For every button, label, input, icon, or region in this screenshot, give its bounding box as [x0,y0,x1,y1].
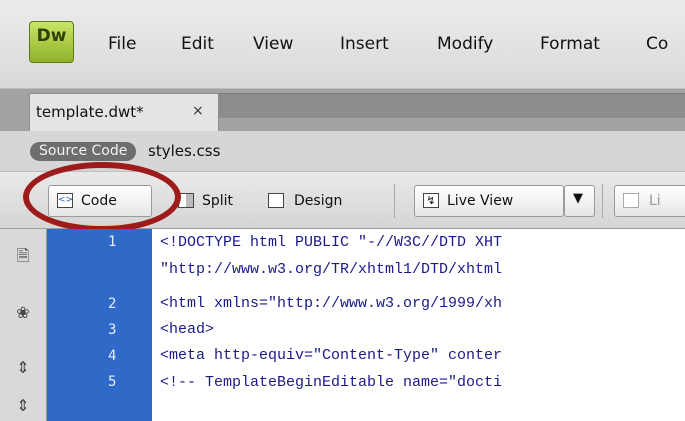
expand-icon[interactable]: ⇕ [14,397,32,415]
live-view-dropdown[interactable]: ▼ [564,185,595,217]
open-documents-icon[interactable]: 🗎 [14,247,32,265]
menu-edit[interactable]: Edit [181,34,214,54]
highlight-circle [23,162,181,232]
menu-commands[interactable]: Co [646,34,668,54]
live-code-button[interactable]: Li [614,185,685,217]
live-view-button[interactable]: ↯ Live View [414,185,564,217]
source-code-button[interactable]: Source Code [30,142,137,161]
live-view-label: Live View [447,193,514,209]
code-line: <meta http-equiv="Content-Type" conter [160,347,503,364]
menu-file[interactable]: File [108,34,136,54]
lightning-icon: ↯ [423,193,439,208]
tab-label: template.dwt* [36,103,144,121]
coding-toolbar: 🗎 ❀ ⇕ ⇕ [0,229,47,421]
code-line: <!DOCTYPE html PUBLIC "-//W3C//DTD XHT [160,234,503,251]
menu-format[interactable]: Format [540,34,600,54]
tab-template-dwt[interactable]: template.dwt* × [29,93,219,131]
code-line: <html xmlns="http://www.w3.org/1999/xh [160,295,503,312]
styles-css-link[interactable]: styles.css [148,142,220,160]
document-tab-bar: template.dwt* × [0,89,685,131]
close-icon[interactable]: × [192,103,204,119]
code-line: <head> [160,321,215,338]
toolbar-divider-2 [602,184,603,218]
menu-insert[interactable]: Insert [340,34,389,54]
line-number: 2 [108,296,117,312]
line-number: 5 [108,374,117,390]
toolbar-divider [394,184,395,218]
chevron-down-icon: ▼ [573,191,583,206]
line-number: 1 [108,234,117,250]
tab-bar-background [219,93,685,118]
line-numbers [47,229,152,421]
gear-icon[interactable]: ❀ [14,304,32,322]
menu-bar: Dw File Edit View Insert Modify Format C… [0,0,685,89]
design-icon [268,193,284,208]
menu-view[interactable]: View [253,34,293,54]
design-button-label: Design [294,193,343,209]
line-number: 3 [108,322,117,338]
dreamweaver-logo: Dw [29,21,74,63]
split-view-button[interactable]: Split [173,185,256,217]
split-button-label: Split [202,193,234,209]
live-code-icon [623,193,639,208]
collapse-tag-icon[interactable]: ⇕ [14,359,32,377]
logo-text: Dw [36,26,67,46]
line-number: 4 [108,348,117,364]
code-editor[interactable]: <!DOCTYPE html PUBLIC "-//W3C//DTD XHT "… [152,229,685,421]
code-line: <!-- TemplateBeginEditable name="docti [160,374,503,391]
design-view-button[interactable]: Design [263,185,378,217]
live-code-label: Li [649,193,661,209]
menu-modify[interactable]: Modify [437,34,493,54]
code-line: "http://www.w3.org/TR/xhtml1/DTD/xhtml [160,261,503,278]
